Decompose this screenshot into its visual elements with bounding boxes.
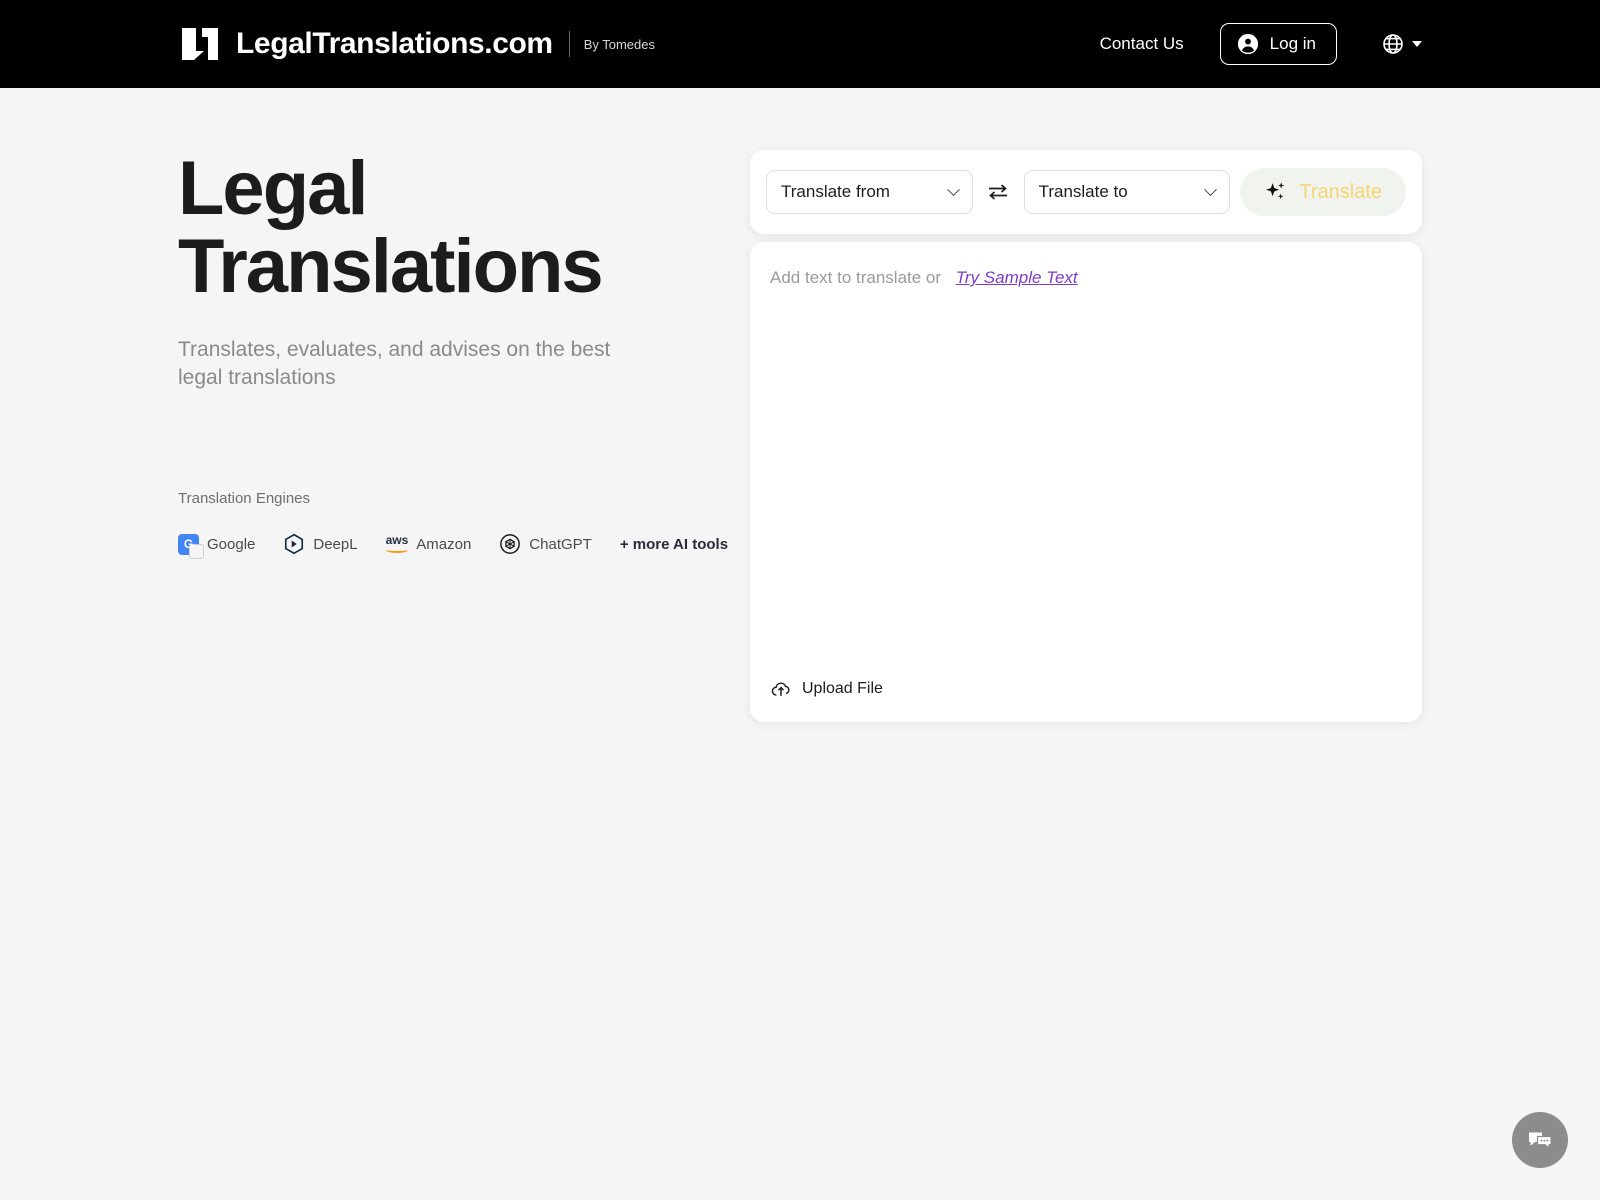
engine-chatgpt[interactable]: ChatGPT — [499, 533, 592, 555]
page-content: Legal Translations Translates, evaluates… — [0, 88, 1600, 722]
chevron-down-icon — [1204, 182, 1218, 196]
chat-bubbles-icon — [1529, 1132, 1552, 1150]
brand[interactable]: LegalTranslations.com By Tomedes — [178, 24, 655, 64]
engine-chatgpt-label: ChatGPT — [529, 535, 592, 553]
aws-icon: aws — [386, 534, 408, 553]
swap-horizontal-icon — [989, 184, 1008, 200]
engine-deepl-label: DeepL — [313, 535, 358, 553]
contact-us-link[interactable]: Contact Us — [1100, 34, 1184, 54]
target-language-select[interactable]: Translate to — [1023, 170, 1231, 214]
translate-button-label: Translate — [1299, 180, 1383, 203]
source-language-value: Translate from — [781, 182, 890, 201]
translate-button[interactable]: Translate — [1240, 168, 1407, 216]
translation-input-card[interactable]: Add text to translate or Try Sample Text… — [750, 242, 1422, 722]
engine-google-label: Google — [207, 535, 256, 553]
translator-widget: Translate from Translate to Translate Ad… — [750, 150, 1422, 722]
target-language-value: Translate to — [1038, 182, 1128, 201]
google-translate-icon: G — [178, 533, 204, 559]
headline-line-1: Legal — [178, 146, 368, 231]
chevron-down-icon — [946, 182, 960, 196]
engine-deepl[interactable]: DeepL — [283, 533, 358, 555]
hero-subtitle: Translates, evaluates, and advises on th… — [178, 338, 611, 389]
try-sample-text-link[interactable]: Try Sample Text — [956, 268, 1078, 287]
translation-engines-list: G Google DeepL aws Amazon ChatGPT + more… — [178, 533, 738, 559]
account-circle-icon — [1237, 33, 1258, 55]
editor-placeholder-text: Add text to translate or — [770, 268, 942, 287]
upload-file-button[interactable]: Upload File — [770, 678, 883, 700]
globe-icon — [1383, 34, 1403, 54]
login-button[interactable]: Log in — [1219, 23, 1337, 65]
swap-languages-button[interactable] — [973, 181, 1024, 203]
deepl-icon — [285, 533, 304, 555]
brand-name: LegalTranslations.com — [236, 27, 553, 60]
sparkles-icon — [1266, 182, 1285, 199]
translator-column: Translate from Translate to Translate Ad… — [738, 150, 1422, 722]
page-title: Legal Translations — [178, 150, 738, 306]
translator-toolbar: Translate from Translate to Translate — [750, 150, 1422, 234]
translation-engines-label: Translation Engines — [178, 490, 311, 507]
brand-divider — [568, 31, 570, 57]
login-button-label: Log in — [1269, 34, 1316, 53]
headline-line-2: Translations — [178, 224, 604, 309]
upload-file-label: Upload File — [802, 680, 883, 697]
chevron-down-icon — [1412, 41, 1422, 47]
engine-amazon-label: Amazon — [416, 535, 472, 553]
source-language-select[interactable]: Translate from — [766, 170, 973, 214]
legal-translations-logo — [182, 28, 218, 60]
editor-placeholder: Add text to translate or Try Sample Text — [750, 268, 1422, 288]
site-header: LegalTranslations.com By Tomedes Contact… — [0, 0, 1600, 88]
brand-byline: By Tomedes — [583, 36, 655, 52]
hero-section: Legal Translations Translates, evaluates… — [178, 150, 738, 722]
openai-icon — [500, 534, 521, 554]
engine-amazon[interactable]: aws Amazon — [386, 534, 472, 553]
more-ai-tools-link[interactable]: + more AI tools — [620, 536, 728, 553]
chat-widget-button[interactable] — [1512, 1112, 1568, 1168]
engine-google[interactable]: G Google — [178, 533, 256, 559]
language-selector[interactable] — [1381, 32, 1422, 56]
cloud-upload-icon — [771, 682, 790, 696]
header-nav: Contact Us Log in — [1100, 23, 1422, 65]
